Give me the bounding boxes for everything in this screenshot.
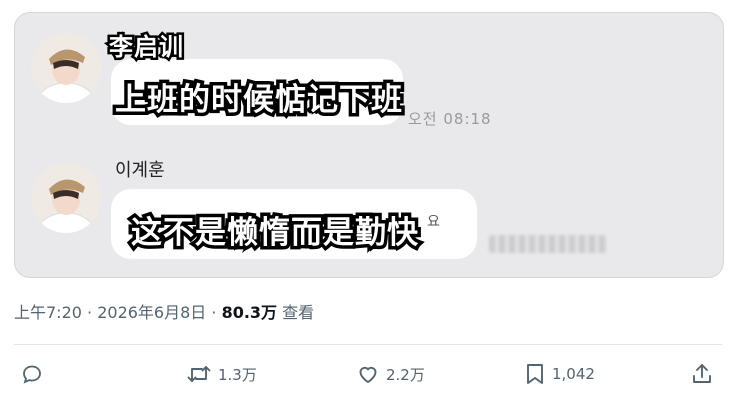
retweet-icon <box>186 362 212 386</box>
like-count: 2.2万 <box>386 365 425 384</box>
views-count: 80.3万 <box>221 303 278 322</box>
overlay-name-caption: 李启训 <box>107 31 186 64</box>
overlay-caption-1: 上班的时候惦记下班 <box>112 79 406 122</box>
blurred-timestamp <box>489 235 607 253</box>
avatar <box>31 33 101 103</box>
separator-dot: · <box>211 303 222 322</box>
share-button[interactable] <box>690 361 714 387</box>
message-time: 오전 08:18 <box>408 110 492 128</box>
media-image[interactable]: 李启训 上班的时候惦记下班 오전 08:18 이계훈 요 这不是懒惰而是勤快 <box>14 12 724 278</box>
post-time[interactable]: 上午7:20 <box>14 303 82 322</box>
heart-icon <box>356 362 380 386</box>
bookmark-button[interactable]: 1,042 <box>524 361 595 387</box>
separator-dot: · <box>87 303 98 322</box>
post-date[interactable]: 2026年6月8日 <box>97 303 206 322</box>
share-icon <box>690 362 714 386</box>
retweet-button[interactable]: 1.3万 <box>186 361 257 387</box>
message-text-fragment: 요 <box>427 214 440 230</box>
bookmark-icon <box>524 362 546 386</box>
like-button[interactable]: 2.2万 <box>356 361 425 387</box>
reply-icon <box>20 362 44 386</box>
reply-button[interactable] <box>20 361 44 387</box>
post-meta: 上午7:20 · 2026年6月8日 · 80.3万 查看 <box>14 299 314 323</box>
sender-name: 이계훈 <box>115 160 165 181</box>
avatar <box>31 163 101 233</box>
retweet-count: 1.3万 <box>218 365 257 384</box>
bookmark-count: 1,042 <box>552 365 595 383</box>
views-label: 查看 <box>282 303 315 322</box>
divider <box>14 344 722 345</box>
overlay-caption-2: 这不是懒惰而是勤快 <box>128 212 422 255</box>
